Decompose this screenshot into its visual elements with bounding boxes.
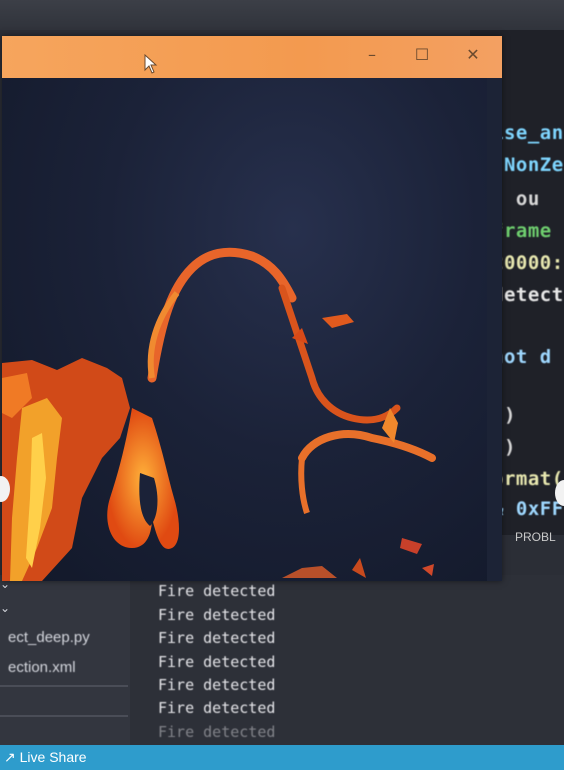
camera-feed (2, 78, 487, 581)
divider (0, 715, 128, 717)
code-line: ormat( (492, 468, 564, 490)
explorer-file-item[interactable]: ect_deep.py (8, 629, 90, 646)
terminal-line: Fire detected (158, 606, 276, 624)
chevron-down-icon[interactable]: ⌄ (0, 601, 10, 615)
close-button[interactable]: ✕ (458, 40, 488, 70)
code-line: 20000: (492, 252, 564, 274)
tab-problems[interactable]: PROBL (515, 530, 556, 544)
window-titlebar[interactable]: – ☐ ✕ (2, 36, 502, 78)
divider (0, 685, 128, 687)
live-share-label: Live Share (19, 749, 87, 765)
camera-window[interactable]: – ☐ ✕ (2, 36, 502, 581)
terminal-line: Fire detected (158, 723, 276, 741)
terminal-line: Fire detected (158, 582, 276, 600)
terminal-line: Fire detected (158, 629, 276, 647)
monitor-bezel (0, 0, 564, 30)
mouse-cursor-icon (144, 54, 158, 74)
status-bar: ↗ Live Share (0, 745, 564, 770)
minimize-button[interactable]: – (357, 40, 387, 70)
code-line: :NonZe (492, 154, 564, 176)
code-line: detect (492, 284, 564, 306)
terminal-line: Fire detected (158, 699, 276, 717)
maximize-button[interactable]: ☐ (407, 40, 437, 70)
fire-mask-image (2, 247, 436, 581)
terminal-output[interactable]: Fire detected Fire detected Fire detecte… (130, 575, 564, 745)
code-line: ise_an (492, 122, 564, 144)
live-share-status[interactable]: ↗ Live Share (4, 749, 87, 766)
terminal-line: Fire detected (158, 653, 276, 671)
terminal-line: Fire detected (158, 676, 276, 694)
file-explorer: ⌄ ⌄ ect_deep.py ection.xml (0, 575, 131, 745)
live-share-icon: ↗ (4, 749, 16, 765)
explorer-file-item[interactable]: ection.xml (8, 659, 76, 676)
code-line: & 0xFF (492, 498, 564, 520)
